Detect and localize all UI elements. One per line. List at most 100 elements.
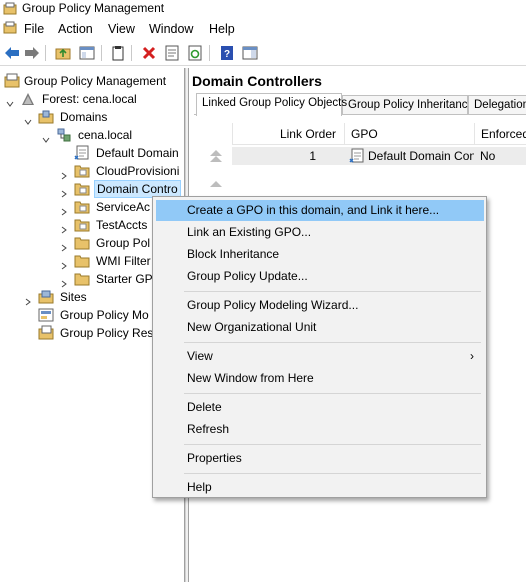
menu-item-modeling-wizard[interactable]: Group Policy Modeling Wizard... [156, 295, 484, 316]
folder-icon [74, 235, 90, 251]
help-icon[interactable]: ? [218, 44, 236, 62]
chevron-right-icon[interactable] [60, 221, 68, 234]
gpm-app-icon [3, 2, 17, 19]
gpm-icon [4, 73, 20, 89]
menu-item-new-ou[interactable]: New Organizational Unit [156, 317, 484, 338]
tree-label: TestAccts [96, 218, 148, 232]
chevron-right-icon[interactable] [60, 239, 68, 252]
tree-label: Forest: cena.local [42, 92, 137, 106]
tree-label: WMI Filter [96, 254, 151, 268]
menu-separator [184, 342, 481, 343]
chevron-right-icon[interactable] [24, 293, 32, 306]
column-gpo[interactable]: GPO [344, 123, 474, 145]
column-link-order[interactable]: Link Order [232, 123, 344, 145]
properties-icon[interactable] [163, 44, 181, 62]
forest-icon [20, 91, 36, 107]
menu-item-properties[interactable]: Properties [156, 448, 484, 469]
chevron-down-icon[interactable] [24, 113, 32, 125]
tree-item-forest[interactable]: Forest: cena.local [6, 90, 184, 108]
menu-item-link-existing-gpo[interactable]: Link an Existing GPO... [156, 222, 484, 243]
chevron-right-icon[interactable] [60, 185, 68, 198]
clipboard-icon[interactable] [109, 44, 127, 62]
menu-item-block-inheritance[interactable]: Block Inheritance [156, 244, 484, 265]
chevron-down-icon[interactable] [6, 95, 14, 107]
show-tree-icon[interactable] [78, 44, 96, 62]
results-icon [38, 325, 54, 341]
menu-view[interactable]: View [108, 22, 135, 36]
tree-label: Default Domain [96, 146, 179, 160]
tree-label: Domains [60, 110, 108, 124]
tab-delegation[interactable]: Delegation [468, 95, 526, 115]
back-icon[interactable] [3, 44, 21, 62]
toolbar-separator [101, 45, 102, 61]
tree-label: Group Pol [96, 236, 151, 250]
grid-header: Link Order GPO Enforced [232, 123, 526, 145]
domain-icon [56, 127, 72, 143]
menu-item-help[interactable]: Help [156, 477, 484, 498]
tab-gp-inheritance[interactable]: Group Policy Inheritance [342, 95, 474, 115]
tree-label: CloudProvisioni [96, 164, 180, 178]
tree-label: Group Policy Management [24, 74, 167, 88]
cell-link-order: 1 [309, 149, 316, 163]
chevron-right-icon[interactable] [60, 203, 68, 216]
title-bar: Group Policy Management [0, 0, 526, 18]
tree-item-cloudprovisioning[interactable]: CloudProvisioni [60, 162, 184, 180]
tree-label: Sites [60, 290, 87, 304]
ou-folder-icon [74, 217, 90, 233]
tree-item-gpm-root[interactable]: Group Policy Management [4, 72, 184, 90]
menu-item-refresh[interactable]: Refresh [156, 419, 484, 440]
chevron-right-icon[interactable] [60, 275, 68, 288]
tree-label: ServiceAc [96, 200, 151, 214]
menu-help[interactable]: Help [209, 22, 235, 36]
menu-item-view-label: View [187, 349, 213, 363]
modeling-icon [38, 307, 54, 323]
gpo-link-icon [74, 145, 90, 161]
up-folder-icon[interactable] [54, 44, 72, 62]
refresh-icon[interactable] [186, 44, 204, 62]
chevron-right-icon[interactable] [60, 257, 68, 270]
tree-item-domain-cena[interactable]: cena.local [42, 126, 184, 144]
toolbar-separator [209, 45, 210, 61]
chevron-down-icon[interactable] [42, 131, 50, 143]
menu-action[interactable]: Action [58, 22, 93, 36]
menu-file[interactable]: File [24, 22, 44, 36]
ou-folder-icon [74, 181, 90, 197]
sites-icon [38, 289, 54, 305]
context-menu: Create a GPO in this domain, and Link it… [152, 196, 487, 498]
gpo-link-icon [349, 148, 365, 167]
column-enforced[interactable]: Enforced [474, 123, 526, 145]
tab-linked-gpos[interactable]: Linked Group Policy Objects [196, 93, 347, 116]
menu-separator [184, 291, 481, 292]
menu-item-create-gpo-link[interactable]: Create a GPO in this domain, and Link it… [156, 200, 484, 221]
menu-bar: File Action View Window Help [0, 18, 526, 40]
system-menu-icon[interactable] [3, 21, 17, 38]
tab-strip: Linked Group Policy Objects Group Policy… [194, 93, 526, 116]
forward-icon[interactable] [23, 44, 41, 62]
cell-gpo: Default Domain Con... [368, 149, 474, 163]
menu-separator [184, 473, 481, 474]
table-row[interactable]: 1 Default Domain Con... No [232, 147, 526, 165]
move-up-single-icon[interactable] [208, 177, 224, 191]
ou-folder-icon [74, 163, 90, 179]
move-up-icon[interactable] [208, 149, 224, 163]
tree-label: Starter GP [96, 272, 153, 286]
menu-item-new-window[interactable]: New Window from Here [156, 368, 484, 389]
menu-item-gp-update[interactable]: Group Policy Update... [156, 266, 484, 287]
toolbar: ? [0, 40, 526, 66]
folder-icon [74, 271, 90, 287]
tree-item-default-domain-policy[interactable]: Default Domain [60, 144, 184, 162]
menu-item-delete[interactable]: Delete [156, 397, 484, 418]
delete-icon[interactable] [140, 44, 158, 62]
menu-window[interactable]: Window [149, 22, 193, 36]
tree-item-domains[interactable]: Domains [24, 108, 184, 126]
svg-text:?: ? [224, 49, 230, 60]
ou-folder-icon [74, 199, 90, 215]
menu-separator [184, 393, 481, 394]
folder-icon [74, 253, 90, 269]
window-title: Group Policy Management [22, 1, 165, 15]
toolbar-separator [131, 45, 132, 61]
chevron-right-icon[interactable] [60, 167, 68, 180]
cell-enforced: No [480, 149, 496, 163]
show-pane-icon[interactable] [241, 44, 259, 62]
menu-item-view[interactable]: View › [156, 346, 484, 367]
